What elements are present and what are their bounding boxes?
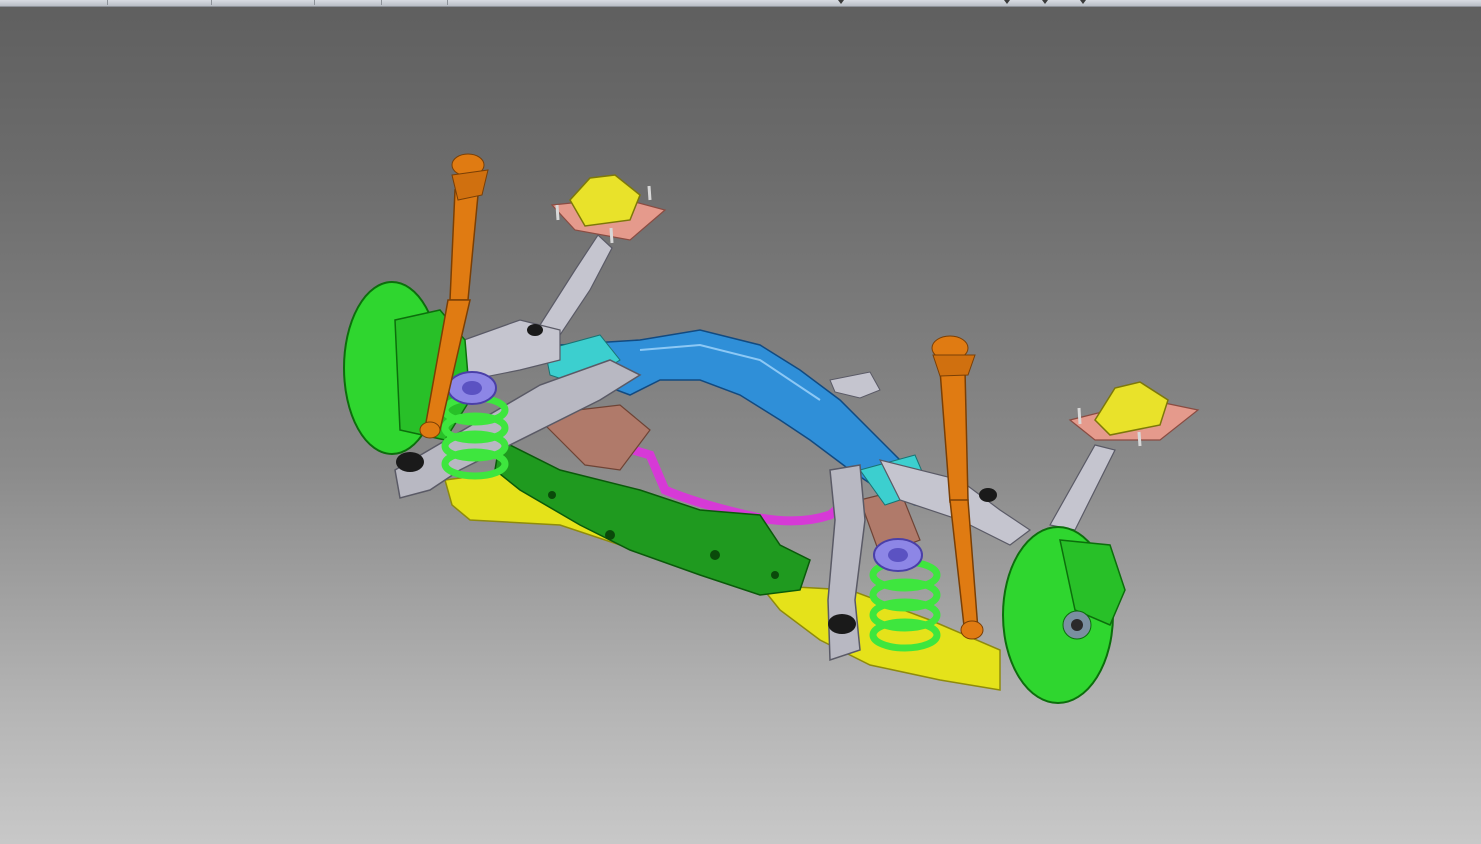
bolt-hole: [605, 530, 615, 540]
bushing: [828, 614, 856, 634]
bushing: [979, 488, 997, 502]
bolt-hole: [771, 571, 779, 579]
upper-link-left[interactable]: [539, 234, 613, 336]
bolt-hole: [710, 550, 720, 560]
bushing: [527, 324, 543, 336]
spring-seat-hole: [888, 548, 908, 562]
spring-seat-hole: [462, 381, 482, 395]
suspension-assembly-model[interactable]: [0, 0, 1481, 844]
upper-strut-mount-left[interactable]: [569, 174, 641, 227]
bolt-hole: [548, 491, 556, 499]
link-bracket[interactable]: [829, 371, 881, 399]
hub-bore: [1071, 619, 1083, 631]
3d-viewport[interactable]: [0, 0, 1481, 844]
bushing: [396, 452, 424, 472]
upper-link-right[interactable]: [1049, 444, 1116, 531]
